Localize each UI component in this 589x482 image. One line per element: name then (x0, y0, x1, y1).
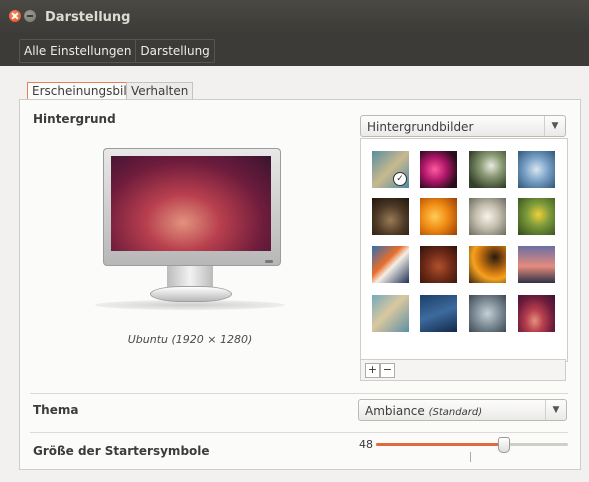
chevron-down-icon: ▼ (545, 400, 566, 420)
theme-select[interactable]: Ambiance (Standard) ▼ (358, 399, 567, 421)
wallpaper-thumb[interactable] (518, 246, 555, 283)
breadcrumb: Alle Einstellungen Darstellung (19, 39, 215, 63)
close-icon[interactable] (9, 10, 21, 22)
launcher-icon-size-slider[interactable] (376, 437, 568, 453)
wallpaper-thumb[interactable] (469, 151, 506, 188)
add-wallpaper-button[interactable]: + (365, 363, 380, 378)
slider-fill (376, 443, 504, 446)
background-source-select[interactable]: Hintergrundbilder ▼ (360, 115, 566, 137)
wallpaper-thumb[interactable] (469, 246, 506, 283)
wallpaper-thumb[interactable] (372, 198, 409, 235)
wallpaper-thumb[interactable] (518, 198, 555, 235)
preview-screen (111, 156, 271, 251)
divider (30, 393, 568, 394)
breadcrumb-appearance[interactable]: Darstellung (135, 40, 213, 62)
theme-value-note: (Standard) (428, 407, 483, 418)
wallpaper-preview (103, 148, 281, 266)
wallpaper-thumb[interactable]: ✓ (372, 151, 409, 188)
check-icon: ✓ (393, 172, 407, 186)
wallpaper-thumb[interactable] (372, 295, 409, 332)
launcher-icon-size-value: 48 (359, 438, 373, 451)
breadcrumb-all-settings[interactable]: Alle Einstellungen (20, 40, 135, 62)
slider-mark (470, 452, 471, 462)
gallery-toolbar: + − (360, 359, 566, 381)
divider (30, 432, 568, 433)
wallpaper-thumb[interactable] (420, 198, 457, 235)
wallpaper-thumb[interactable] (420, 246, 457, 283)
wallpaper-thumb[interactable] (420, 151, 457, 188)
toolbar: Alle Einstellungen Darstellung (0, 36, 589, 66)
wallpaper-thumb[interactable] (420, 295, 457, 332)
slider-handle[interactable] (498, 437, 510, 453)
wallpaper-thumb[interactable] (518, 295, 555, 332)
tab-appearance[interactable]: Erscheinungsbild (27, 82, 140, 100)
launcher-icon-size-label: Größe der Startersymbole (33, 444, 210, 458)
window-title: Darstellung (45, 10, 131, 25)
theme-label: Thema (33, 403, 79, 417)
preview-caption: Ubuntu (1920 × 1280) (127, 333, 253, 346)
monitor-base (150, 286, 232, 302)
title-bar: Darstellung (0, 0, 589, 36)
chevron-down-icon: ▼ (544, 116, 565, 136)
wallpaper-thumb[interactable] (469, 295, 506, 332)
remove-wallpaper-button[interactable]: − (380, 363, 395, 378)
background-source-value: Hintergrundbilder (367, 120, 474, 134)
wallpaper-gallery: ✓ (360, 138, 568, 362)
tab-behavior[interactable]: Verhalten (126, 82, 194, 100)
power-led (265, 260, 273, 263)
background-label: Hintergrund (33, 112, 116, 126)
minimize-icon[interactable] (24, 10, 36, 22)
wallpaper-thumb[interactable] (372, 246, 409, 283)
theme-value: Ambiance (365, 404, 425, 418)
wallpaper-thumb[interactable] (469, 198, 506, 235)
wallpaper-thumb[interactable] (518, 151, 555, 188)
